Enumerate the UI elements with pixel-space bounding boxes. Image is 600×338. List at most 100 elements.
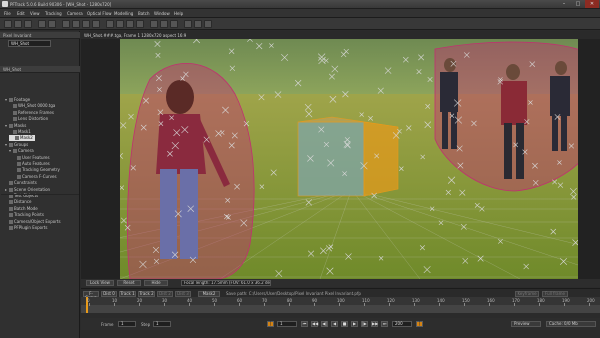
tree-item[interactable]: Mask1: [9, 129, 31, 135]
close-button[interactable]: ✕: [585, 0, 599, 8]
open-icon[interactable]: [14, 20, 22, 28]
menu-optical-flow[interactable]: Optical Flow: [87, 11, 112, 16]
view-icon[interactable]: [150, 20, 158, 28]
menu-edit[interactable]: Edit: [17, 11, 25, 16]
play-reverse-button[interactable]: ◀: [331, 321, 338, 327]
select-icon[interactable]: [62, 20, 70, 28]
new-icon[interactable]: [4, 20, 12, 28]
frame-input[interactable]: 1: [118, 321, 136, 327]
tree-item[interactable]: ▾ Masks: [5, 123, 26, 129]
footage-frame[interactable]: [120, 39, 578, 279]
tree-item-label: Auto Features: [22, 161, 50, 166]
shot-field[interactable]: WH_Shot: [8, 40, 51, 47]
fast-forward-button[interactable]: ▶▶: [371, 321, 378, 327]
render-icon[interactable]: [184, 20, 192, 28]
menu-view[interactable]: View: [30, 11, 40, 16]
timeline-tick: [164, 303, 165, 306]
timeline-tick: [589, 303, 590, 306]
menu-modelling[interactable]: Modelling: [114, 11, 133, 16]
step-label: Step: [141, 322, 151, 327]
play-button[interactable]: ▶: [351, 321, 358, 327]
set-in-icon[interactable]: [: [267, 321, 274, 327]
tree-item[interactable]: User Features: [13, 155, 50, 161]
viewport[interactable]: [81, 39, 600, 279]
tree-item[interactable]: Auto Features: [13, 161, 50, 167]
menu-window[interactable]: Window: [154, 11, 170, 16]
tree-item[interactable]: Batch Mode: [5, 206, 38, 212]
tree-item-label: Groups: [14, 141, 29, 147]
tree-item[interactable]: Distance: [5, 199, 32, 205]
node-icon: [9, 200, 13, 205]
tree-item[interactable]: Mask2: [9, 135, 35, 142]
last-frame-button[interactable]: ⏭: [381, 321, 388, 327]
redo-icon[interactable]: [48, 20, 56, 28]
transport-bar: Frame 1 Step 1 [ 1 ⏮ ◀◀ ◀| ◀ ■ ▶ |▶ ▶▶ ⏭…: [81, 318, 600, 330]
render-mode-select[interactable]: Preview: [511, 321, 541, 327]
timeline-tick: [314, 303, 315, 306]
timeline-tick: [239, 303, 240, 306]
node-icon: [9, 213, 13, 218]
geometry-icon[interactable]: [136, 20, 144, 28]
title-bar: PFTrack 5.0.6 Build 90306 - [WH_Shot - 1…: [0, 0, 600, 9]
menu-tracking[interactable]: Tracking: [45, 11, 62, 16]
timeline-tick: [389, 303, 390, 306]
camera-icon[interactable]: [160, 20, 168, 28]
menu-help[interactable]: Help: [174, 11, 183, 16]
undo-icon[interactable]: [38, 20, 46, 28]
grid-icon[interactable]: [170, 20, 178, 28]
save-icon[interactable]: [24, 20, 32, 28]
stop-button[interactable]: ■: [341, 321, 348, 327]
timeline-tick: [489, 303, 490, 306]
lock-view-button[interactable]: Lock View: [86, 280, 114, 286]
hide-button[interactable]: Hide: [144, 280, 168, 286]
export-icon[interactable]: [194, 20, 202, 28]
timeline-tick: [464, 303, 465, 306]
track-icon[interactable]: [106, 20, 114, 28]
tree-item[interactable]: Lens Distortion: [9, 116, 48, 122]
reset-button[interactable]: Reset: [117, 280, 141, 286]
node-icon: [17, 162, 21, 166]
minimize-button[interactable]: –: [557, 0, 571, 8]
menu-camera[interactable]: Camera: [67, 11, 83, 16]
timeline-tick: [139, 303, 140, 306]
tree-item-label: PFPlugin Exports: [14, 225, 48, 230]
menu-file[interactable]: File: [4, 11, 11, 16]
timeline[interactable]: 0 10 20 30 40 50 60 70 80 90 100 110 120 130 140 150 160…: [81, 297, 600, 313]
tree-item[interactable]: Reference Frames: [9, 110, 54, 116]
tree-item[interactable]: WH_Shot 0000.tga: [9, 103, 55, 109]
tree-item[interactable]: ▾ Groups: [5, 142, 28, 148]
tree-item[interactable]: Tracking Geometry: [13, 167, 60, 173]
mask-icon[interactable]: [126, 20, 134, 28]
tree-item[interactable]: PFPlugin Exports: [5, 225, 47, 231]
rewind-button[interactable]: ◀◀: [311, 321, 318, 327]
tree-item-label: Mask1: [18, 129, 31, 134]
node-icon: [17, 155, 21, 160]
timeline-track[interactable]: [81, 305, 600, 313]
first-frame-button[interactable]: ⏮: [301, 321, 308, 327]
scene-graphic: [120, 39, 578, 279]
current-frame-input[interactable]: 1: [277, 321, 297, 327]
settings-icon[interactable]: [204, 20, 212, 28]
tree-item[interactable]: ▾ Footage: [5, 97, 30, 103]
node-icon: [13, 104, 17, 109]
tree-item[interactable]: Constraints: [5, 180, 37, 186]
tree-item[interactable]: ▸ Scene Orientation: [5, 187, 50, 193]
end-frame-input[interactable]: 200: [392, 321, 412, 327]
tree-item[interactable]: Tracking Points: [5, 212, 44, 218]
tree-item-label: User Features: [22, 154, 50, 160]
step-back-button[interactable]: ◀|: [321, 321, 328, 327]
tree-divider: [1, 194, 79, 195]
set-out-icon[interactable]: ]: [416, 321, 423, 327]
move-icon[interactable]: [72, 20, 80, 28]
rotate-icon[interactable]: [82, 20, 90, 28]
scale-icon[interactable]: [92, 20, 100, 28]
timeline-tick: [289, 303, 290, 306]
tree-item[interactable]: Camera/Object Exports: [5, 219, 61, 225]
menu-batch[interactable]: Batch: [138, 11, 150, 16]
tree-item[interactable]: Camera F-Curves: [13, 174, 57, 180]
tree-item[interactable]: ▾ Camera: [9, 148, 34, 154]
step-input[interactable]: 1: [153, 321, 171, 327]
solve-icon[interactable]: [116, 20, 124, 28]
step-forward-button[interactable]: |▶: [361, 321, 368, 327]
maximize-button[interactable]: □: [571, 0, 585, 8]
